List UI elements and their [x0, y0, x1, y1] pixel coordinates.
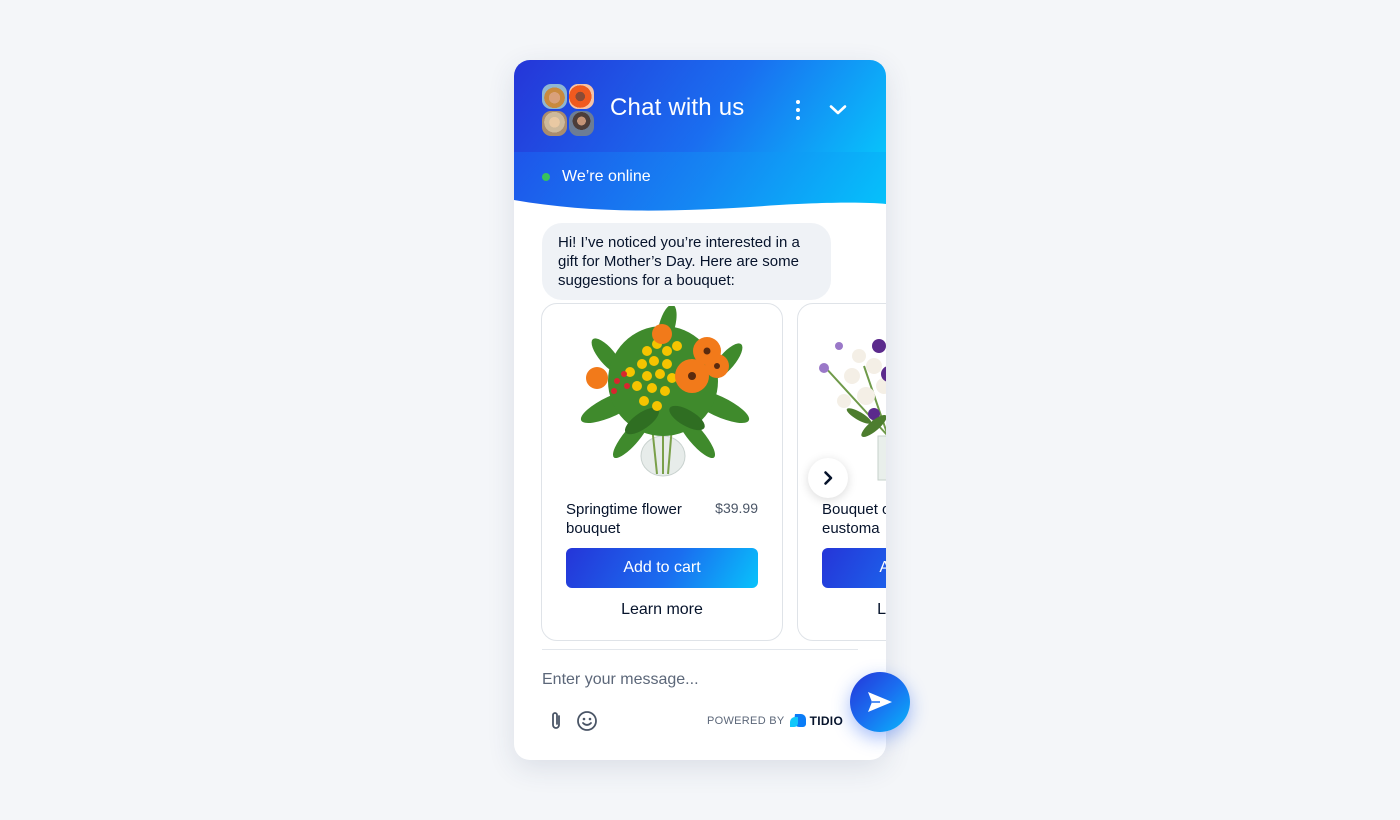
add-to-cart-button[interactable]: Add to cart — [822, 548, 886, 588]
powered-by[interactable]: POWERED BY TIDIO — [707, 713, 843, 728]
powered-by-label: POWERED BY — [707, 714, 785, 727]
chat-widget: Chat with us We’re online Hi! I’ve notic… — [514, 60, 886, 760]
product-price: $39.99 — [715, 500, 758, 516]
send-button[interactable] — [850, 672, 910, 732]
product-name: Springtime flower bouquet — [566, 501, 682, 537]
online-status: We’re online — [542, 168, 651, 186]
smiley-icon — [577, 711, 597, 731]
tidio-brand-name: TIDIO — [809, 713, 844, 728]
send-icon — [868, 692, 892, 712]
product-card: Springtime flower bouquet $39.99 Add to … — [541, 303, 783, 641]
chevron-down-icon — [829, 105, 847, 115]
avatar — [542, 84, 567, 109]
emoji-button[interactable] — [576, 710, 598, 732]
tidio-logo-icon — [789, 714, 806, 727]
more-vertical-icon-dot — [796, 108, 800, 112]
learn-more-button[interactable]: Learn more — [822, 598, 886, 622]
minimize-button[interactable] — [826, 98, 850, 122]
paperclip-icon — [552, 712, 560, 729]
product-image-eustoma-bouquet — [819, 339, 886, 481]
avatar — [569, 84, 594, 109]
chat-header: Chat with us — [514, 60, 886, 152]
chat-title: Chat with us — [610, 94, 745, 121]
online-status-text: We’re online — [562, 168, 651, 185]
chevron-right-icon — [824, 471, 833, 485]
agent-avatars — [542, 84, 594, 136]
learn-more-button[interactable]: Learn more — [566, 598, 758, 622]
carousel-next-button[interactable] — [808, 458, 848, 498]
product-name: Bouquet of eustoma — [822, 501, 886, 537]
composer-divider — [542, 649, 858, 650]
more-vertical-icon-dot — [796, 116, 800, 120]
add-to-cart-button[interactable]: Add to cart — [566, 548, 758, 588]
header-wave — [514, 200, 886, 222]
bot-message-bubble: Hi! I’ve noticed you’re interested in a … — [542, 223, 831, 300]
attach-file-button[interactable] — [548, 710, 564, 732]
avatar — [542, 111, 567, 136]
more-vertical-icon — [796, 100, 800, 104]
message-input[interactable] — [542, 666, 832, 694]
more-options-button[interactable] — [790, 98, 806, 122]
avatar — [569, 111, 594, 136]
online-dot-icon — [542, 173, 550, 181]
product-image-springtime-bouquet — [580, 306, 750, 477]
